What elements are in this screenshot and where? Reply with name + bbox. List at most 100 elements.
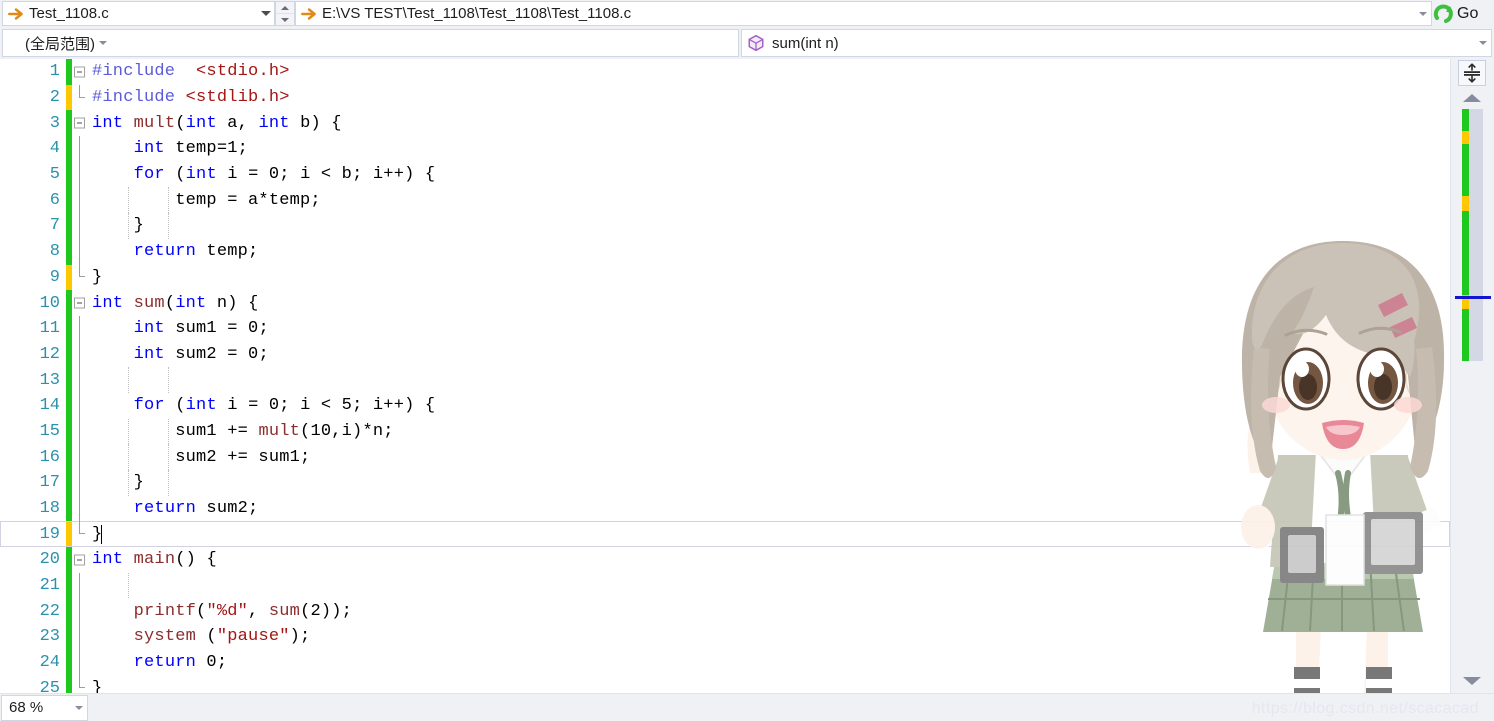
fold-column[interactable] <box>72 110 88 136</box>
code-line[interactable]: 15 sum1 += mult(10,i)*n; <box>0 418 1450 445</box>
code-text[interactable]: } <box>88 676 1450 693</box>
scope-selector-combobox[interactable]: (全局范围) <box>2 29 739 57</box>
code-text[interactable]: } <box>88 470 1450 496</box>
fold-guide-line <box>79 392 80 419</box>
fold-column[interactable] <box>72 213 88 239</box>
chevron-down-icon[interactable] <box>1415 12 1431 16</box>
code-text[interactable]: return 0; <box>88 650 1450 676</box>
fold-column[interactable] <box>72 341 88 368</box>
fold-column[interactable] <box>72 187 88 214</box>
fold-column[interactable] <box>72 84 88 111</box>
code-line[interactable]: 19} <box>0 521 1450 548</box>
fold-column[interactable] <box>72 521 88 547</box>
file-path-combobox[interactable]: E:\VS TEST\Test_1108\Test_1108\Test_1108… <box>295 1 1432 26</box>
fold-column[interactable] <box>72 238 88 265</box>
fold-column[interactable] <box>72 290 88 316</box>
code-line[interactable]: 21 <box>0 572 1450 599</box>
code-text[interactable]: temp = a*temp; <box>88 187 1450 214</box>
code-line[interactable]: 6 temp = a*temp; <box>0 187 1450 214</box>
fold-column[interactable] <box>72 598 88 625</box>
collapse-minus-icon[interactable] <box>74 66 85 78</box>
zoom-level-combobox[interactable]: 68 % <box>1 694 88 721</box>
fold-column[interactable] <box>72 649 88 676</box>
chevron-down-icon[interactable] <box>276 13 294 25</box>
code-line[interactable]: 5 for (int i = 0; i < b; i++) { <box>0 161 1450 188</box>
code-text[interactable]: } <box>88 213 1450 239</box>
fold-column[interactable] <box>72 624 88 650</box>
code-line[interactable]: 1 #include <stdio.h> <box>0 59 1450 85</box>
code-line[interactable]: 3 int mult(int a, int b) { <box>0 110 1450 137</box>
code-line[interactable]: 16 sum2 += sum1; <box>0 444 1450 470</box>
code-line[interactable]: 24 return 0; <box>0 649 1450 676</box>
fold-column[interactable] <box>72 136 88 162</box>
code-text[interactable]: } <box>88 265 1450 291</box>
scroll-down-arrow-icon[interactable] <box>1462 675 1482 687</box>
code-text[interactable]: int temp=1; <box>88 136 1450 162</box>
code-line[interactable]: 14 for (int i = 0; i < 5; i++) { <box>0 392 1450 419</box>
code-line[interactable]: 4 int temp=1; <box>0 136 1450 162</box>
code-text[interactable]: #include <stdlib.h> <box>88 85 1450 111</box>
code-text[interactable]: system ("pause"); <box>88 624 1450 650</box>
code-text[interactable] <box>88 367 1450 393</box>
code-text[interactable]: printf("%d", sum(2)); <box>88 598 1450 624</box>
code-lines-container[interactable]: 1 #include <stdio.h> 2 #include <stdlib.h> 3… <box>0 59 1450 693</box>
chevron-up-icon[interactable] <box>276 2 294 13</box>
scroll-up-arrow-icon[interactable] <box>1462 92 1482 104</box>
code-line[interactable]: 11 int sum1 = 0; <box>0 315 1450 342</box>
code-text[interactable]: } <box>88 521 1450 548</box>
fold-column[interactable] <box>72 470 88 496</box>
code-text[interactable]: return sum2; <box>88 496 1450 522</box>
code-line[interactable]: 8 return temp; <box>0 238 1450 265</box>
navigation-spinner[interactable] <box>275 1 295 26</box>
code-text[interactable]: int sum2 = 0; <box>88 342 1450 368</box>
fold-column[interactable] <box>72 572 88 599</box>
code-line[interactable]: 9} <box>0 264 1450 291</box>
code-line[interactable]: 10 int sum(int n) { <box>0 290 1450 316</box>
vertical-scrollbar[interactable] <box>1450 59 1494 693</box>
code-line[interactable]: 25} <box>0 675 1450 694</box>
collapse-minus-icon[interactable] <box>74 117 85 129</box>
code-text[interactable] <box>88 572 1450 599</box>
go-button[interactable]: Go <box>1432 1 1492 26</box>
fold-column[interactable] <box>72 264 88 291</box>
code-text[interactable]: int main() { <box>88 547 1450 573</box>
fold-column[interactable] <box>72 367 88 393</box>
chevron-down-icon[interactable] <box>258 11 274 16</box>
split-view-icon[interactable] <box>1458 60 1486 86</box>
code-line[interactable]: 2 #include <stdlib.h> <box>0 84 1450 111</box>
chevron-down-icon[interactable] <box>1475 41 1491 45</box>
code-line[interactable]: 17 } <box>0 470 1450 496</box>
code-editor[interactable]: 1 #include <stdio.h> 2 #include <stdlib.h> 3… <box>0 59 1494 693</box>
fold-column[interactable] <box>72 675 88 694</box>
code-line[interactable]: 22 printf("%d", sum(2)); <box>0 598 1450 625</box>
fold-column[interactable] <box>72 161 88 188</box>
fold-column[interactable] <box>72 444 88 470</box>
fold-column[interactable] <box>72 59 88 85</box>
code-line[interactable]: 7 } <box>0 213 1450 239</box>
fold-column[interactable] <box>72 392 88 419</box>
code-text[interactable]: for (int i = 0; i < b; i++) { <box>88 162 1450 188</box>
collapse-minus-icon[interactable] <box>74 554 85 566</box>
code-line[interactable]: 12 int sum2 = 0; <box>0 341 1450 368</box>
code-text[interactable]: int mult(int a, int b) { <box>88 110 1450 136</box>
fold-column[interactable] <box>72 315 88 342</box>
code-text[interactable]: int sum(int n) { <box>88 290 1450 316</box>
code-text[interactable]: int sum1 = 0; <box>88 316 1450 342</box>
code-line[interactable]: 13 <box>0 367 1450 393</box>
code-text[interactable]: for (int i = 0; i < 5; i++) { <box>88 393 1450 419</box>
chevron-down-icon[interactable] <box>71 706 87 710</box>
fold-column[interactable] <box>72 418 88 445</box>
collapse-minus-icon[interactable] <box>74 297 85 309</box>
fold-column[interactable] <box>72 495 88 522</box>
chevron-down-icon[interactable] <box>95 41 111 45</box>
code-line[interactable]: 20 int main() { <box>0 547 1450 573</box>
member-selector-combobox[interactable]: sum(int n) <box>741 29 1492 57</box>
code-line[interactable]: 23 system ("pause"); <box>0 624 1450 650</box>
code-line[interactable]: 18 return sum2; <box>0 495 1450 522</box>
code-text[interactable]: sum1 += mult(10,i)*n; <box>88 418 1450 445</box>
code-text[interactable]: #include <stdio.h> <box>88 59 1450 85</box>
code-text[interactable]: sum2 += sum1; <box>88 444 1450 470</box>
file-selector-combobox[interactable]: Test_1108.c <box>2 1 275 26</box>
code-text[interactable]: return temp; <box>88 239 1450 265</box>
fold-column[interactable] <box>72 547 88 573</box>
